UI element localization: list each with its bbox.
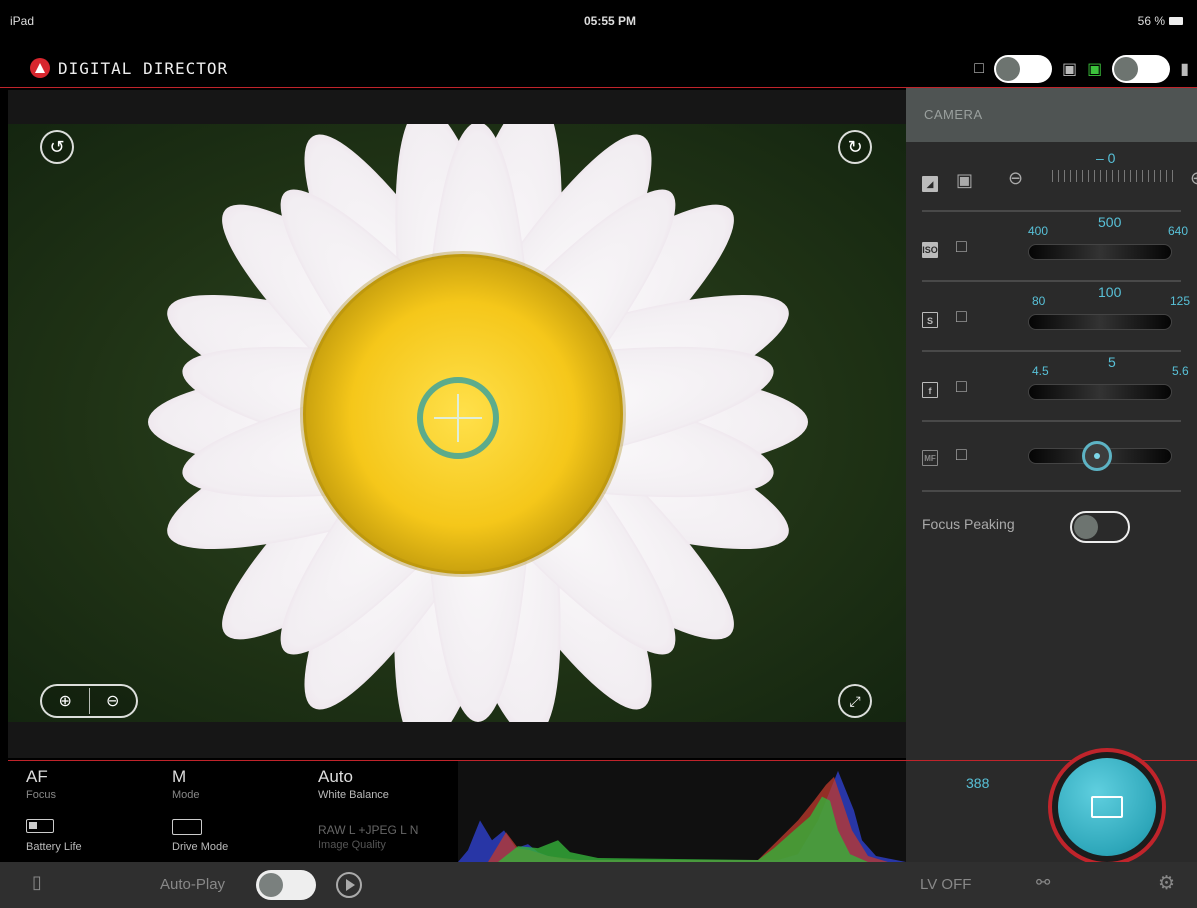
carrier-label: iPad [10,14,35,28]
manfrotto-logo-icon [30,58,50,78]
unlock-icon[interactable]: □ [956,236,967,257]
aperture-slider[interactable] [1028,384,1172,400]
play-icon[interactable] [336,872,362,898]
iso-row: ISO □ 400 500 640 [922,212,1188,282]
image-quality-label: Image Quality [318,839,386,851]
daisy-photo [148,124,808,722]
video-camera-icon: ▮ [1180,61,1189,78]
shots-remaining: 388 [966,775,990,791]
focus-peaking-label: Focus Peaking [922,516,1015,532]
fullscreen-button[interactable]: ⤢ [838,684,872,718]
drive-mode-info[interactable]: Drive Mode [172,815,228,853]
battery-life-label: Battery Life [26,841,82,853]
camera-info-panel: AF Focus M Mode Auto White Balance Batte… [8,760,458,862]
iso-high: 640 [1168,224,1189,238]
iso-icon: ISO [922,242,938,258]
shutter-button[interactable] [1058,758,1156,856]
white-balance-value: Auto [318,767,353,786]
histogram-graph [458,770,906,862]
focus-label: Focus [26,789,56,801]
unlock-icon[interactable]: □ [956,376,967,397]
rotate-right-button[interactable]: ↻ [838,130,872,164]
histogram [458,760,906,862]
auto-play-toggle[interactable] [256,870,316,900]
shutter-low: 80 [1032,294,1046,308]
shutter-icon: S [922,312,938,328]
bottom-toolbar: ▯ Auto-Play LV OFF ⚯ ⚙ [0,862,1197,908]
unlock-icon[interactable]: □ [956,306,967,327]
exposure-compensation-row: ◢ ▣ ⊖ – 0 ⊕ [922,142,1197,212]
rotate-left-button[interactable]: ↺ [40,130,74,164]
focus-peaking-toggle[interactable] [1070,511,1130,543]
aperture-high: 5.6 [1172,364,1189,378]
shutter-current: 100 [1098,284,1122,300]
photo-video-toggle[interactable] [1112,55,1171,83]
focus-slider-handle[interactable] [1082,441,1112,471]
battery-life-icon [26,819,54,833]
drive-mode-label: Drive Mode [172,841,229,853]
shutter-slider[interactable] [1028,314,1172,330]
lock-icon[interactable]: ▣ [956,170,973,191]
app-logo: DIGITAL DIRECTOR [30,58,228,78]
white-balance-label: White Balance [318,789,389,801]
iso-slider[interactable] [1028,244,1172,260]
camera-icon: ▣ [1087,61,1103,78]
share-icon[interactable]: ⚯ [1036,873,1050,893]
unlock-icon[interactable]: □ [956,444,967,465]
white-balance-info[interactable]: Auto White Balance [318,767,389,801]
zoom-in-icon[interactable]: ⊕ [42,691,89,711]
aperture-row: f □ 4.5 5 5.6 [922,352,1189,422]
lock-toggle[interactable] [993,55,1052,83]
panel-title: CAMERA [906,88,1197,142]
minus-icon[interactable]: ⊖ [1008,168,1023,189]
live-view-screen-icon [1091,796,1123,818]
manual-focus-row: MF □ [922,422,1181,492]
lock-icon: ▣ [1061,61,1078,78]
focus-value: AF [26,767,48,786]
live-view-off-button[interactable]: LV OFF [920,876,971,893]
battery-info: Battery Life [26,815,82,853]
mode-label: Mode [172,789,200,801]
clock: 05:55 PM [583,14,637,28]
battery-percent: 56 % [1137,14,1165,28]
iso-current: 500 [1098,214,1122,230]
toggle-knob [1074,515,1098,539]
toggle-knob [995,57,1020,81]
shutter-speed-row: S □ 80 100 125 [922,282,1190,352]
mode-info[interactable]: M Mode [172,767,200,801]
drive-mode-icon [172,819,202,835]
aperture-current: 5 [1108,354,1116,370]
exposure-value: – 0 [1096,150,1116,166]
image-quality-info[interactable]: RAW L +JPEG L N Image Quality [318,823,418,851]
unlock-icon: □ [974,60,984,77]
battery-indicator: 56 % [1138,14,1183,28]
gallery-icon[interactable]: ▯ [32,872,42,893]
zoom-out-icon[interactable]: ⊖ [90,691,137,711]
mode-value: M [172,767,187,786]
battery-icon [1169,17,1183,25]
header-controls: □ ▣ ▣ ▮ [974,54,1189,84]
aperture-low: 4.5 [1032,364,1049,378]
app-title: DIGITAL DIRECTOR [58,58,229,78]
auto-play-label: Auto-Play [160,876,226,893]
shutter-high: 125 [1170,294,1191,308]
iso-low: 400 [1028,224,1049,238]
toggle-knob [259,873,283,897]
image-quality-value: RAW L +JPEG L N [318,823,419,837]
toggle-knob [1114,57,1139,81]
zoom-controls: ⊕ ⊖ [40,684,138,718]
exposure-icon: ◢ [922,176,938,192]
camera-settings-panel: CAMERA ◢ ▣ ⊖ – 0 ⊕ ISO □ 400 500 640 S □… [906,88,1197,760]
focus-info[interactable]: AF Focus [26,767,56,801]
live-view-image[interactable] [8,124,906,722]
aperture-icon: f [922,382,938,398]
app-header: DIGITAL DIRECTOR □ ▣ ▣ ▮ [0,52,1197,88]
status-bar: iPad 05:55 PM 56 % [0,0,1197,52]
focus-peaking-row: Focus Peaking [922,492,1181,562]
settings-gear-icon[interactable]: ⚙ [1158,872,1175,895]
manual-focus-icon: MF [922,450,938,466]
plus-icon[interactable]: ⊕ [1190,168,1197,189]
exposure-scale[interactable] [1052,170,1176,182]
